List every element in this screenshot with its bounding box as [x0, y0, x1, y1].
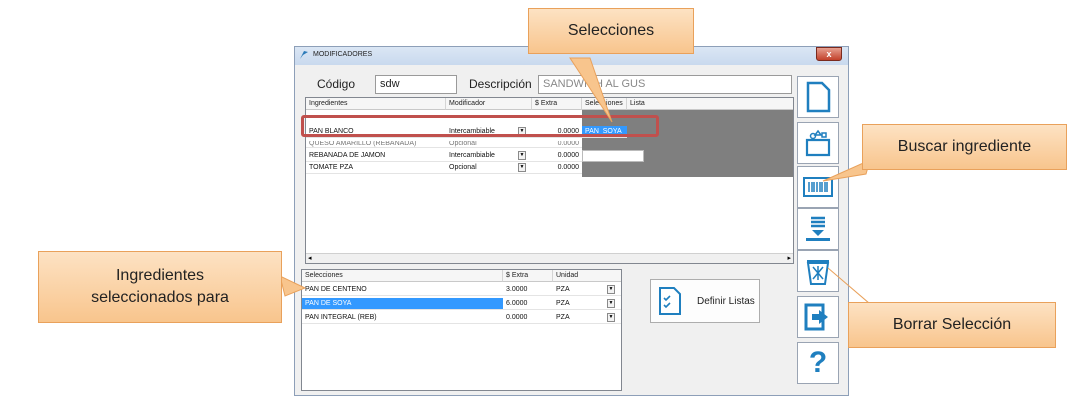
callout-ingredientes-seleccionados: Ingredientes seleccionados para: [38, 251, 282, 323]
callout-borrar-seleccion: Borrar Selección: [848, 302, 1056, 348]
callout-selecciones: Selecciones: [528, 8, 694, 54]
callout-buscar-ingrediente: Buscar ingrediente: [862, 124, 1067, 170]
